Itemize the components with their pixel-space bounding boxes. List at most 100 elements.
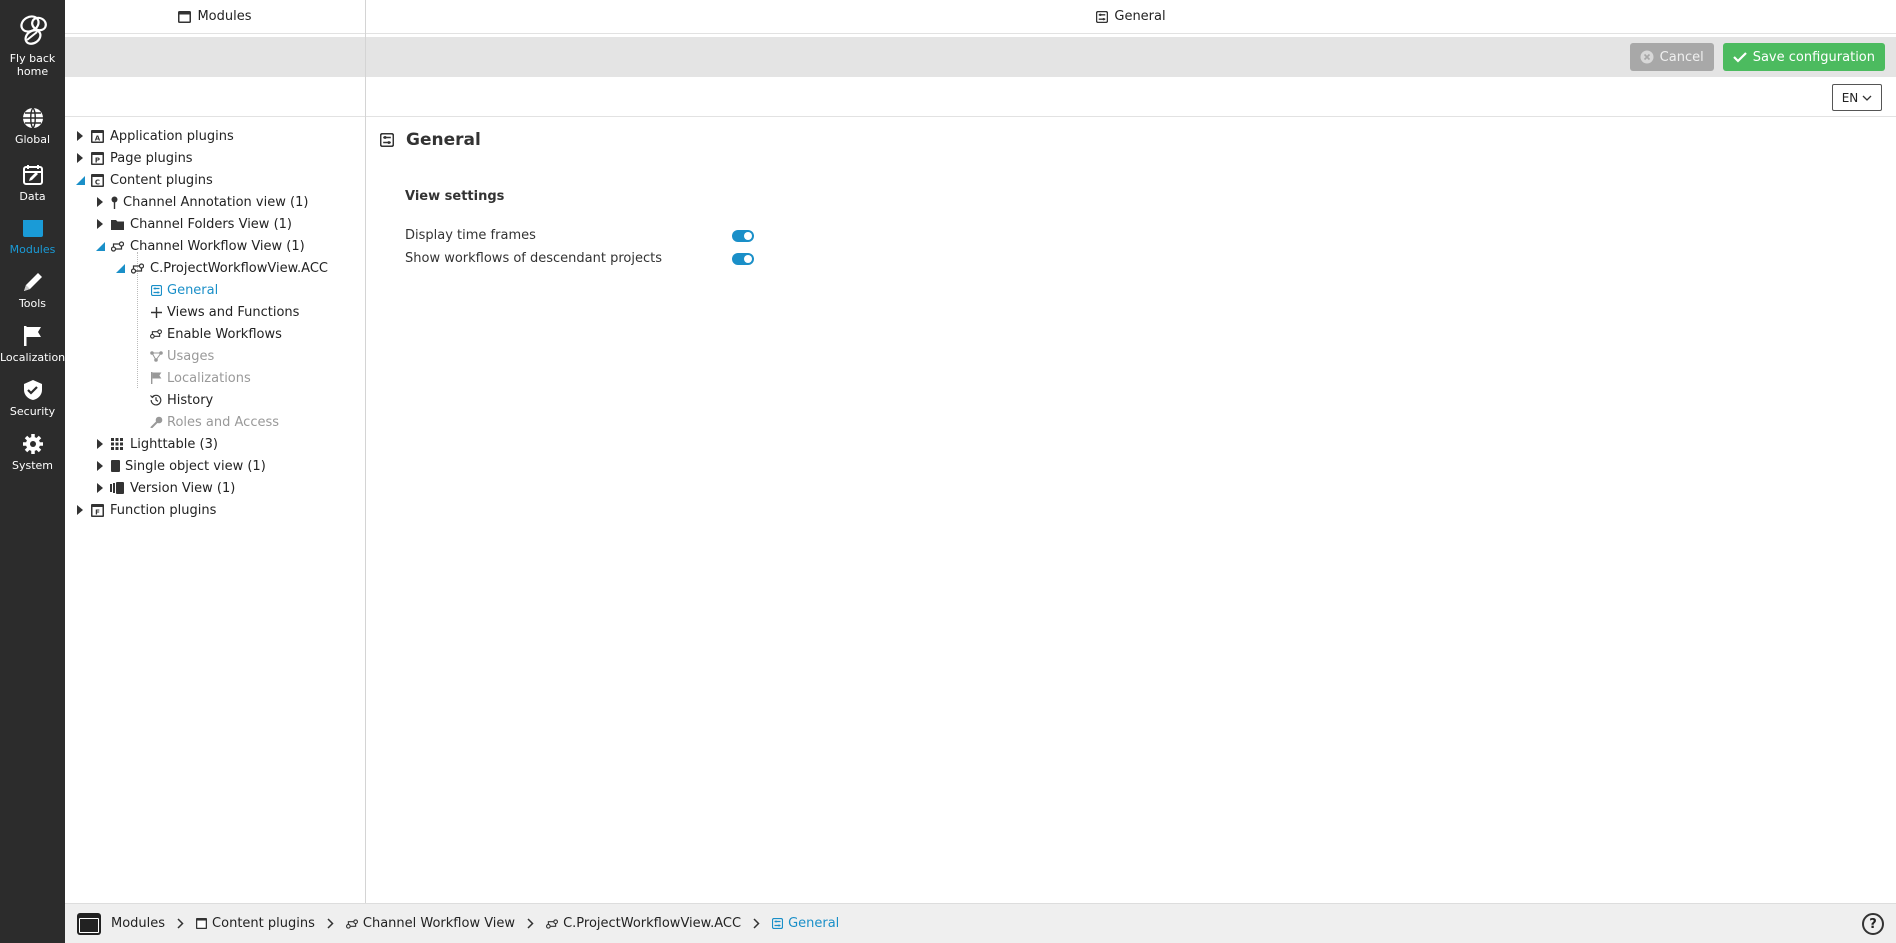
settings-panel-icon (772, 918, 784, 929)
rail-item-localization[interactable]: Localization (0, 324, 65, 364)
toggle-display-time-frames[interactable] (732, 230, 754, 242)
module-pane: Modules A Application plugins P Page plu… (65, 0, 366, 903)
cancel-button-label: Cancel (1659, 49, 1704, 65)
tree-row-version-view[interactable]: Version View (1) (94, 478, 235, 498)
network-icon (149, 349, 163, 363)
tree-label: Roles and Access (167, 414, 280, 430)
breadcrumb-general[interactable]: General (772, 916, 839, 931)
tree-row-channel-folders-view[interactable]: Channel Folders View (1) (94, 214, 292, 234)
chevron-right-icon (527, 918, 534, 929)
rail-item-home[interactable]: Fly back home (0, 10, 65, 78)
tree-row-usages[interactable]: Usages (149, 346, 214, 366)
tree-row-views-and-functions[interactable]: Views and Functions (149, 302, 299, 322)
chevron-right-icon (327, 918, 334, 929)
tree-row-channel-workflow-view[interactable]: Channel Workflow View (1) (94, 236, 305, 256)
breadcrumb-content-plugins[interactable]: Content plugins (196, 916, 315, 931)
rail-item-data[interactable]: Data (0, 163, 65, 203)
section-header: General (380, 130, 481, 150)
rail-label-system: System (11, 459, 54, 472)
language-select[interactable]: EN (1832, 84, 1882, 111)
caret-right-icon[interactable] (94, 438, 106, 450)
section-title: General (406, 130, 481, 150)
tree-label: Lighttable (3) (130, 436, 218, 452)
caret-right-icon[interactable] (74, 130, 86, 142)
rail-label-data: Data (19, 190, 46, 203)
rail-label-global: Global (14, 133, 51, 146)
key-icon (149, 415, 163, 429)
tree-row-channel-annotation-view[interactable]: Channel Annotation view (1) (94, 192, 308, 212)
tree-label: Channel Workflow View (1) (130, 238, 305, 254)
tree-row-lighttable[interactable]: Lighttable (3) (94, 434, 218, 454)
shield-icon (23, 380, 42, 400)
tree-label: Single object view (1) (125, 458, 266, 474)
view-settings-heading: View settings (405, 189, 505, 204)
plugin-f-icon: F (90, 503, 104, 517)
pencil-icon (23, 273, 42, 291)
workflow-icon (546, 918, 559, 929)
rail-label-tools: Tools (18, 297, 47, 310)
save-configuration-button[interactable]: Save configuration (1722, 43, 1885, 71)
rail-item-security[interactable]: Security (0, 378, 65, 418)
module-pane-title: Modules (65, 0, 365, 34)
plus-icon (149, 305, 163, 319)
rail-label-security: Security (9, 405, 56, 418)
caret-right-icon[interactable] (74, 504, 86, 516)
breadcrumb-modules[interactable]: Modules (77, 912, 166, 935)
caret-expanded-icon[interactable] (94, 240, 106, 252)
rail-item-system[interactable]: System (0, 432, 65, 472)
tree-row-enable-workflows[interactable]: Enable Workflows (149, 324, 282, 344)
tree-label: Version View (1) (130, 480, 236, 496)
caret-right-icon[interactable] (94, 218, 106, 230)
tree-row-general[interactable]: General (149, 280, 218, 300)
tree-row-content-plugins[interactable]: C Content plugins (74, 170, 213, 190)
tree-row-project-workflow-view-acc[interactable]: C.ProjectWorkflowView.ACC (114, 258, 328, 278)
tree-row-page-plugins[interactable]: P Page plugins (74, 148, 193, 168)
module-window-icon (77, 912, 101, 935)
tree-label: Channel Folders View (1) (130, 216, 292, 232)
settings-panel-icon (149, 283, 163, 297)
caret-right-icon[interactable] (94, 196, 106, 208)
plugin-c-icon: C (90, 173, 104, 187)
help-question-icon: ? (1869, 916, 1877, 932)
toggle-show-descendant-workflows[interactable] (732, 253, 754, 265)
cancel-button[interactable]: Cancel (1629, 43, 1714, 71)
tree-row-roles-and-access[interactable]: Roles and Access (149, 412, 279, 432)
calendar-edit-icon (22, 165, 43, 185)
plugin-p-icon: P (90, 151, 104, 165)
save-button-label: Save configuration (1752, 49, 1875, 65)
breadcrumb: Modules Content plugins Channel Workflow… (65, 903, 1896, 943)
module-pane-title-text: Modules (197, 9, 252, 24)
rail-item-modules[interactable]: Modules (0, 216, 65, 256)
bee-logo-icon (19, 15, 47, 45)
caret-right-icon[interactable] (94, 482, 106, 494)
plugin-a-icon: A (90, 129, 104, 143)
tree-row-localizations[interactable]: Localizations (149, 368, 251, 388)
tree-row-history[interactable]: History (149, 390, 213, 410)
rail-item-global[interactable]: Global (0, 106, 65, 146)
history-icon (149, 393, 163, 407)
help-button[interactable]: ? (1862, 913, 1884, 935)
tree-row-single-object-view[interactable]: Single object view (1) (94, 456, 266, 476)
document-icon (110, 459, 120, 473)
main-panel: General Cancel Save configuration EN Gen… (366, 0, 1896, 903)
breadcrumb-label: Content plugins (212, 916, 315, 931)
breadcrumb-channel-workflow-view[interactable]: Channel Workflow View (345, 916, 516, 931)
rail-item-tools[interactable]: Tools (0, 270, 65, 310)
tree-row-function-plugins[interactable]: F Function plugins (74, 500, 216, 520)
tree-label: History (167, 392, 214, 408)
caret-expanded-icon[interactable] (114, 262, 126, 274)
tree-label: Application plugins (110, 128, 234, 144)
svg-text:C: C (94, 178, 99, 186)
breadcrumb-label: Channel Workflow View (362, 916, 516, 931)
tree-row-application-plugins[interactable]: A Application plugins (74, 126, 234, 146)
svg-text:A: A (94, 134, 100, 142)
caret-right-icon[interactable] (74, 152, 86, 164)
breadcrumb-label: Modules (111, 916, 166, 931)
breadcrumb-project-workflow-view-acc[interactable]: C.ProjectWorkflowView.ACC (546, 916, 741, 931)
grid-icon (110, 437, 124, 451)
breadcrumb-label: C.ProjectWorkflowView.ACC (563, 916, 742, 931)
caret-expanded-icon[interactable] (74, 174, 86, 186)
gear-icon (22, 434, 43, 454)
tree-label: General (167, 282, 219, 298)
caret-right-icon[interactable] (94, 460, 106, 472)
